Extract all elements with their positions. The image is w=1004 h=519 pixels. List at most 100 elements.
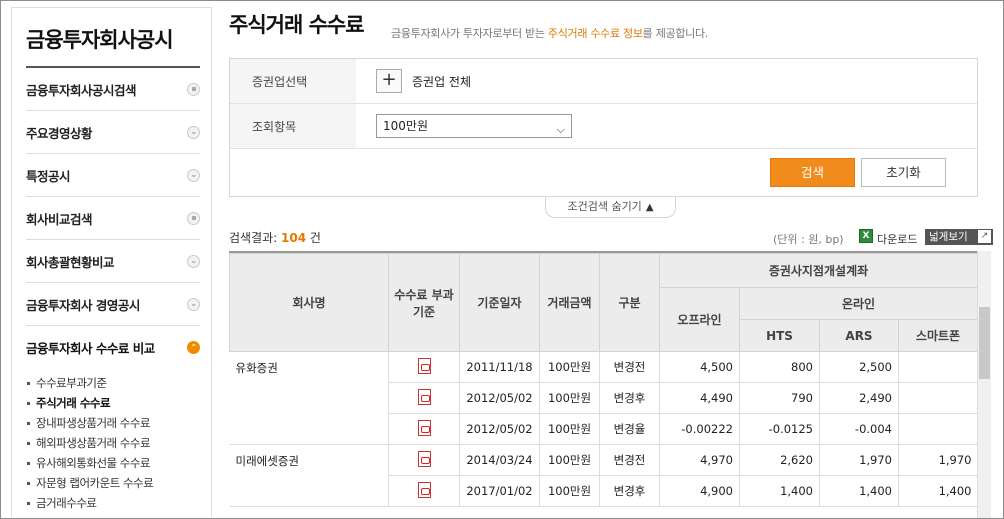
fee-table: 회사명 수수료 부과기준 기준일자 거래금액 구분 증권사지점개설계좌 오프라인… <box>229 253 978 507</box>
cell-amount: 100만원 <box>539 475 600 507</box>
cell-hts: 2,620 <box>739 444 820 476</box>
pdf-cell <box>388 351 460 383</box>
header-hts: HTS <box>739 319 820 352</box>
broker-label: 증권업선택 <box>230 59 356 103</box>
chevron-up-icon: ▲ <box>645 202 654 213</box>
sidebar-item-label: 금융투자회사 수수료 비교 <box>26 341 155 356</box>
desc-text: 금융투자회사가 투자자로부터 받는 <box>391 27 548 40</box>
search-panel: 증권업선택 + 증권업 전체 조회항목 100만원 ⌵ 검색 초기화 <box>229 58 978 197</box>
pdf-icon[interactable] <box>417 481 431 498</box>
amount-select-value: 100만원 <box>383 119 428 133</box>
cell-date: 2012/05/02 <box>459 413 540 445</box>
submenu-item-overseas-derivatives-fee[interactable]: 해외파생상품거래 수수료 <box>26 433 200 453</box>
table-scrollbar[interactable] <box>977 251 991 518</box>
header-group: 증권사지점개설계좌 <box>659 253 978 288</box>
cell-amount: 100만원 <box>539 444 600 476</box>
cell-ars: -0.004 <box>819 413 899 445</box>
cell-ars: 1,970 <box>819 444 899 476</box>
amount-select[interactable]: 100만원 ⌵ <box>376 114 572 138</box>
pdf-cell <box>388 413 460 445</box>
cell-company: 미래에셋증권 <box>229 444 389 507</box>
cell-hts: 1,400 <box>739 475 820 507</box>
sidebar-item-company-compare[interactable]: 회사비교검색 <box>26 197 200 240</box>
unit-note: (단위 : 원, bp) <box>773 233 844 246</box>
header-type: 구분 <box>599 253 660 352</box>
page-description: 금융투자회사가 투자자로부터 받는 주식거래 수수료 정보를 제공합니다. <box>391 25 708 41</box>
broker-value: 증권업 전체 <box>412 75 472 89</box>
expand-icon: ↗ <box>978 230 991 243</box>
sidebar: 금융투자회사공시 금융투자회사공시검색 주요경영상황 ⌄ 특정공시 ⌄ 회사비교… <box>11 7 212 517</box>
sidebar-menu: 금융투자회사공시검색 주요경영상황 ⌄ 특정공시 ⌄ 회사비교검색 회사총괄현황… <box>26 68 200 513</box>
pdf-cell <box>388 475 460 507</box>
header-date: 기준일자 <box>459 253 540 352</box>
download-link[interactable]: 다운로드 <box>877 231 917 247</box>
sidebar-item-management-disclosure[interactable]: 금융투자회사 경영공시 ⌄ <box>26 283 200 326</box>
table-row: 미래에셋증권 2014/03/24 100만원 변경전 4,970 2,620 … <box>229 444 978 507</box>
cell-date: 2012/05/02 <box>459 382 540 414</box>
pdf-icon[interactable] <box>417 357 431 374</box>
cell-smartphone <box>898 382 978 414</box>
cell-type: 변경전 <box>599 351 660 383</box>
sidebar-title: 금융투자회사공시 <box>26 28 174 52</box>
pdf-icon[interactable] <box>417 388 431 405</box>
plus-icon[interactable]: + <box>376 69 402 93</box>
cell-hts: -0.0125 <box>739 413 820 445</box>
search-button[interactable]: 검색 <box>770 158 855 187</box>
square-icon <box>187 211 200 225</box>
header-company: 회사명 <box>229 253 389 352</box>
sidebar-item-overall-status[interactable]: 회사총괄현황비교 ⌄ <box>26 240 200 283</box>
cell-amount: 100만원 <box>539 351 600 383</box>
wide-view-label: 넓게보기 <box>929 231 968 243</box>
hide-conditions-toggle[interactable]: 조건검색 숨기기 ▲ <box>545 197 676 218</box>
broker-select-row: 증권업선택 + 증권업 전체 <box>230 59 977 104</box>
cell-smartphone <box>898 351 978 383</box>
submenu-item-fee-basis[interactable]: 수수료부과기준 <box>26 373 200 393</box>
chevron-down-icon: ⌄ <box>187 254 200 268</box>
pdf-cell <box>388 382 460 414</box>
submenu-item-derivatives-fee[interactable]: 장내파생상품거래 수수료 <box>26 413 200 433</box>
reset-button[interactable]: 초기화 <box>861 158 946 187</box>
table-row: 유화증권 2011/11/18 100만원 변경전 4,500 800 2,50… <box>229 351 978 445</box>
cell-offline: 4,900 <box>659 475 740 507</box>
result-prefix: 검색결과: <box>229 231 282 245</box>
page-frame: 금융투자회사공시 금융투자회사공시검색 주요경영상황 ⌄ 특정공시 ⌄ 회사비교… <box>0 0 1004 519</box>
cell-company: 유화증권 <box>229 351 389 445</box>
sidebar-item-disclosure-search[interactable]: 금융투자회사공시검색 <box>26 68 200 111</box>
submenu-item-stock-fee[interactable]: 주식거래 수수료 <box>26 393 200 413</box>
cell-smartphone: 1,970 <box>898 444 978 476</box>
sidebar-item-label: 회사총괄현황비교 <box>26 254 115 270</box>
excel-icon[interactable]: X <box>859 229 873 243</box>
cell-type: 변경전 <box>599 444 660 476</box>
chevron-down-icon: ⌵ <box>556 123 565 136</box>
result-suffix: 건 <box>306 231 321 245</box>
cell-hts: 800 <box>739 351 820 383</box>
cell-type: 변경후 <box>599 382 660 414</box>
header-amount: 거래금액 <box>539 253 600 352</box>
fee-table-wrap: 회사명 수수료 부과기준 기준일자 거래금액 구분 증권사지점개설계좌 오프라인… <box>229 251 991 518</box>
header-fee-basis: 수수료 부과기준 <box>388 253 460 352</box>
cell-ars: 1,400 <box>819 475 899 507</box>
sidebar-submenu: 수수료부과기준 주식거래 수수료 장내파생상품거래 수수료 해외파생상품거래 수… <box>26 373 200 513</box>
submenu-item-fx-futures-fee[interactable]: 유사해외통화선물 수수료 <box>26 453 200 473</box>
item-select-row: 조회항목 100만원 ⌵ <box>230 104 977 149</box>
submenu-item-gold-fee[interactable]: 금거래수수료 <box>26 493 200 513</box>
sidebar-item-label: 금융투자회사 경영공시 <box>26 297 140 313</box>
sidebar-item-fee-compare[interactable]: 금융투자회사 수수료 비교 ⌃ <box>26 326 200 369</box>
cell-smartphone: 1,400 <box>898 475 978 507</box>
header-offline: 오프라인 <box>659 287 740 352</box>
sidebar-item-management-status[interactable]: 주요경영상황 ⌄ <box>26 111 200 154</box>
pdf-icon[interactable] <box>417 419 431 436</box>
chevron-down-icon: ⌄ <box>187 168 200 182</box>
cell-offline: -0.00222 <box>659 413 740 445</box>
cell-smartphone <box>898 413 978 445</box>
cell-ars: 2,490 <box>819 382 899 414</box>
pdf-icon[interactable] <box>417 450 431 467</box>
sidebar-item-special-disclosure[interactable]: 특정공시 ⌄ <box>26 154 200 197</box>
square-icon <box>187 82 200 96</box>
submenu-item-wrap-account-fee[interactable]: 자문형 랩어카운트 수수료 <box>26 473 200 493</box>
chevron-up-icon: ⌃ <box>187 341 200 354</box>
scrollbar-thumb[interactable] <box>979 307 990 379</box>
cell-offline: 4,970 <box>659 444 740 476</box>
wide-view-button[interactable]: 넓게보기 ↗ <box>925 229 993 245</box>
cell-type: 변경후 <box>599 475 660 507</box>
